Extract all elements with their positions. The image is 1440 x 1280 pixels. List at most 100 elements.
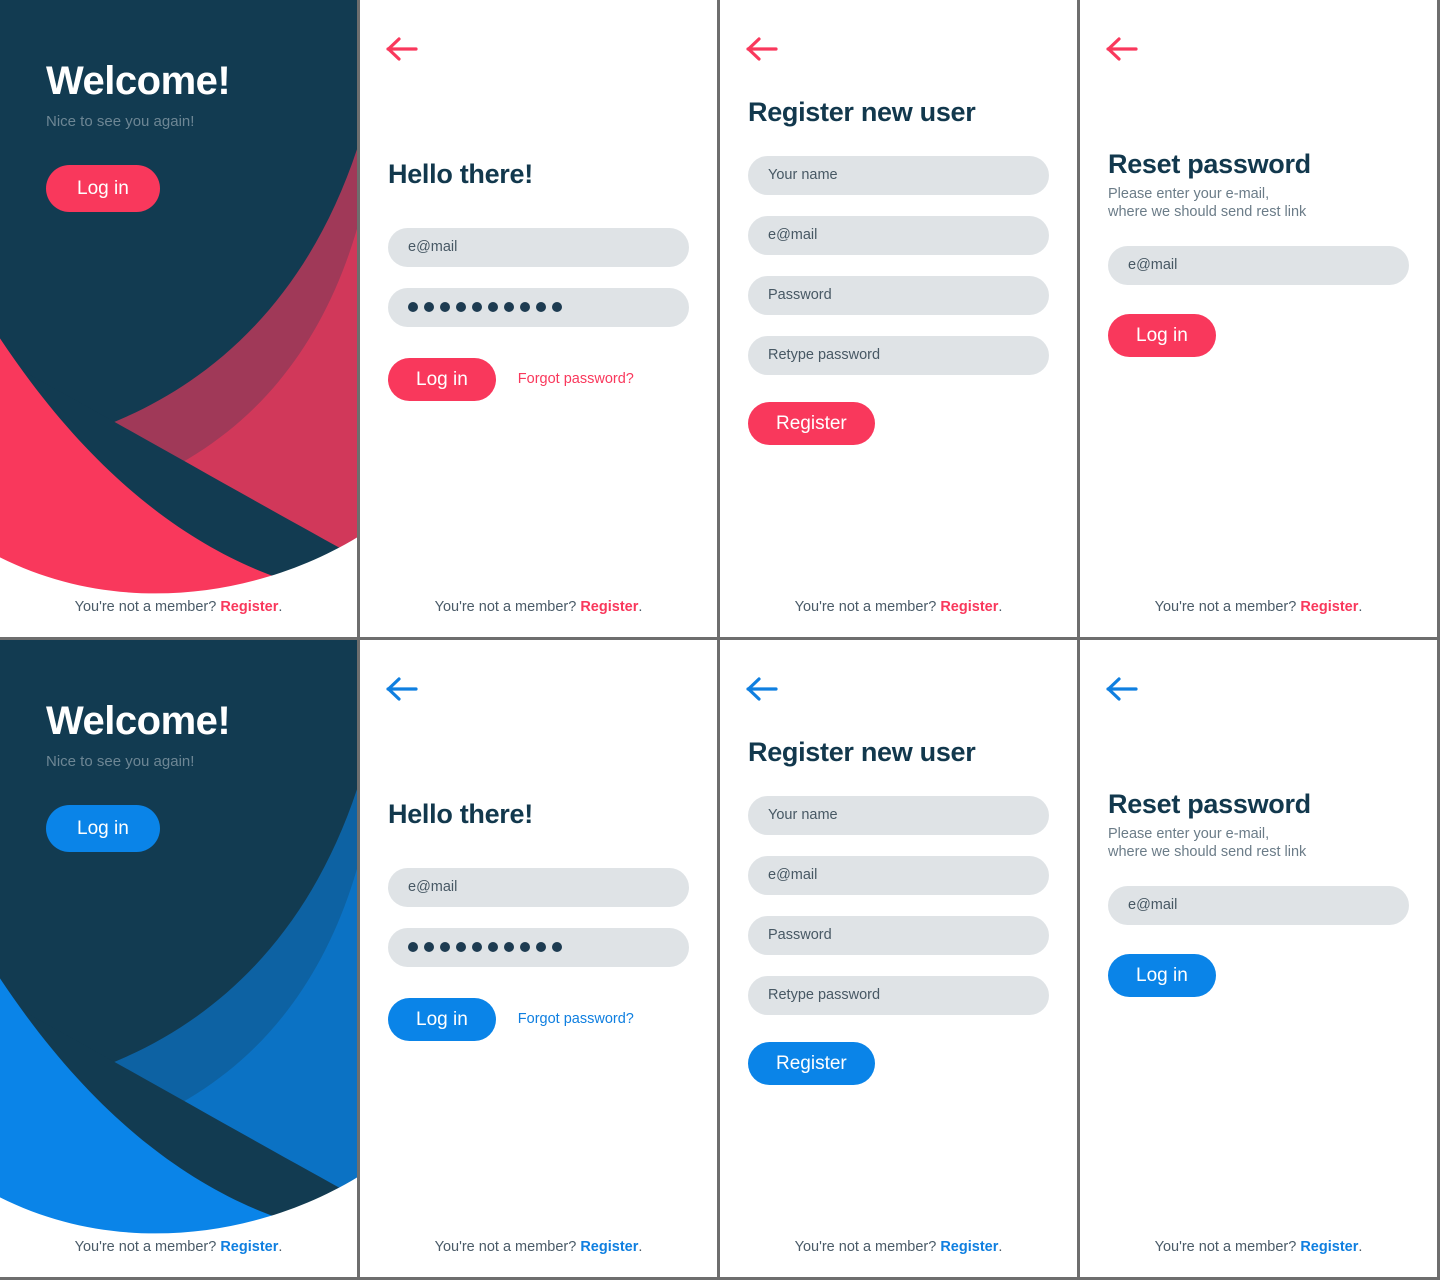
back-arrow-icon[interactable] — [386, 674, 422, 704]
footer-suffix: . — [1358, 599, 1363, 615]
email-placeholder: e@mail — [1128, 897, 1178, 914]
email-input[interactable]: e@mail — [748, 215, 1049, 255]
footer-register-link[interactable]: Register — [580, 1239, 638, 1255]
footer-prefix: You're not a member? — [1154, 599, 1301, 615]
password-input[interactable] — [388, 927, 689, 967]
back-arrow-icon[interactable] — [1106, 674, 1142, 704]
footer-suffix: . — [638, 599, 643, 615]
register-form: Register new user Your name e@mail Passw… — [748, 737, 1049, 1085]
register-screen-blue: Register new user Your name e@mail Passw… — [720, 640, 1080, 1280]
password-placeholder: Password — [768, 287, 832, 304]
login-button[interactable]: Log in — [1108, 313, 1216, 357]
footer-suffix: . — [278, 599, 283, 615]
password-dots — [408, 302, 562, 313]
forgot-password-link[interactable]: Forgot password? — [518, 1011, 634, 1027]
retype-password-input[interactable]: Retype password — [748, 335, 1049, 375]
page-title: Register new user — [748, 737, 976, 767]
page-subtitle-line1: Please enter your e-mail, — [1108, 825, 1270, 842]
page-title: Reset password — [1108, 789, 1311, 819]
login-button[interactable]: Log in — [46, 165, 160, 212]
page-title: Welcome! — [46, 699, 231, 743]
back-arrow-icon[interactable] — [746, 34, 782, 64]
footer-register-link[interactable]: Register — [1300, 599, 1358, 615]
login-button[interactable]: Log in — [388, 357, 496, 401]
email-input[interactable]: e@mail — [388, 867, 689, 907]
welcome-screen-blue: Welcome! Nice to see you again! Log in Y… — [0, 640, 360, 1280]
register-button[interactable]: Register — [748, 1041, 875, 1085]
login-form: Hello there! e@mail Log in Forgot passwo… — [388, 159, 689, 401]
email-input[interactable]: e@mail — [1108, 885, 1409, 925]
retype-password-input[interactable]: Retype password — [748, 975, 1049, 1015]
footer-prefix: You're not a member? — [434, 599, 581, 615]
page-subtitle-line2: where we should send rest link — [1108, 204, 1307, 221]
footer-suffix: . — [998, 1239, 1003, 1255]
footer-register-prompt: You're not a member? Register. — [720, 1239, 1077, 1255]
footer-prefix: You're not a member? — [1154, 1239, 1301, 1255]
page-subtitle-line2: where we should send rest link — [1108, 844, 1307, 861]
footer-register-prompt: You're not a member? Register. — [0, 1239, 357, 1255]
forgot-password-link[interactable]: Forgot password? — [518, 371, 634, 387]
login-button[interactable]: Log in — [46, 805, 160, 852]
footer-suffix: . — [998, 599, 1003, 615]
welcome-screen-pink: Welcome! Nice to see you again! Log in Y… — [0, 0, 360, 640]
password-dots — [408, 942, 562, 953]
reset-screen-blue: Reset password Please enter your e-mail,… — [1080, 640, 1440, 1280]
footer-register-prompt: You're not a member? Register. — [720, 599, 1077, 615]
register-button[interactable]: Register — [748, 401, 875, 445]
back-arrow-icon[interactable] — [1106, 34, 1142, 64]
page-title: Reset password — [1108, 149, 1311, 179]
screens-board: Welcome! Nice to see you again! Log in Y… — [0, 0, 1440, 1280]
register-screen-pink: Register new user Your name e@mail Passw… — [720, 0, 1080, 640]
login-screen-blue: Hello there! e@mail Log in Forgot passwo… — [360, 640, 720, 1280]
name-placeholder: Your name — [768, 807, 838, 824]
reset-screen-pink: Reset password Please enter your e-mail,… — [1080, 0, 1440, 640]
page-title: Hello there! — [388, 159, 533, 189]
login-form: Hello there! e@mail Log in Forgot passwo… — [388, 799, 689, 1041]
email-input[interactable]: e@mail — [388, 227, 689, 267]
retype-password-placeholder: Retype password — [768, 987, 881, 1004]
page-subtitle: Nice to see you again! — [46, 113, 195, 130]
email-input[interactable]: e@mail — [1108, 245, 1409, 285]
email-input[interactable]: e@mail — [748, 855, 1049, 895]
footer-register-link[interactable]: Register — [940, 599, 998, 615]
back-arrow-icon[interactable] — [386, 34, 422, 64]
email-placeholder: e@mail — [408, 879, 458, 896]
name-placeholder: Your name — [768, 167, 838, 184]
name-input[interactable]: Your name — [748, 155, 1049, 195]
password-placeholder: Password — [768, 927, 832, 944]
welcome-content: Welcome! Nice to see you again! Log in — [46, 59, 231, 212]
footer-suffix: . — [638, 1239, 643, 1255]
footer-prefix: You're not a member? — [794, 599, 941, 615]
page-subtitle: Nice to see you again! — [46, 753, 195, 770]
login-screen-pink: Hello there! e@mail Log in Forgot passwo… — [360, 0, 720, 640]
login-button[interactable]: Log in — [1108, 953, 1216, 997]
login-button[interactable]: Log in — [388, 997, 496, 1041]
welcome-content: Welcome! Nice to see you again! Log in — [46, 699, 231, 852]
footer-register-prompt: You're not a member? Register. — [1080, 599, 1437, 615]
password-input[interactable] — [388, 287, 689, 327]
page-title: Hello there! — [388, 799, 533, 829]
email-placeholder: e@mail — [768, 867, 818, 884]
footer-register-link[interactable]: Register — [580, 599, 638, 615]
footer-register-prompt: You're not a member? Register. — [360, 1239, 717, 1255]
back-arrow-icon[interactable] — [746, 674, 782, 704]
page-title: Welcome! — [46, 59, 231, 103]
name-input[interactable]: Your name — [748, 795, 1049, 835]
footer-register-prompt: You're not a member? Register. — [0, 599, 357, 615]
footer-register-link[interactable]: Register — [220, 1239, 278, 1255]
reset-form: Reset password Please enter your e-mail,… — [1108, 789, 1409, 997]
footer-register-prompt: You're not a member? Register. — [360, 599, 717, 615]
footer-register-link[interactable]: Register — [940, 1239, 998, 1255]
password-input[interactable]: Password — [748, 915, 1049, 955]
footer-suffix: . — [1358, 1239, 1363, 1255]
footer-prefix: You're not a member? — [74, 1239, 221, 1255]
footer-prefix: You're not a member? — [434, 1239, 581, 1255]
password-input[interactable]: Password — [748, 275, 1049, 315]
footer-suffix: . — [278, 1239, 283, 1255]
footer-register-link[interactable]: Register — [220, 599, 278, 615]
register-form: Register new user Your name e@mail Passw… — [748, 97, 1049, 445]
footer-prefix: You're not a member? — [794, 1239, 941, 1255]
email-placeholder: e@mail — [768, 227, 818, 244]
footer-register-link[interactable]: Register — [1300, 1239, 1358, 1255]
retype-password-placeholder: Retype password — [768, 347, 881, 364]
